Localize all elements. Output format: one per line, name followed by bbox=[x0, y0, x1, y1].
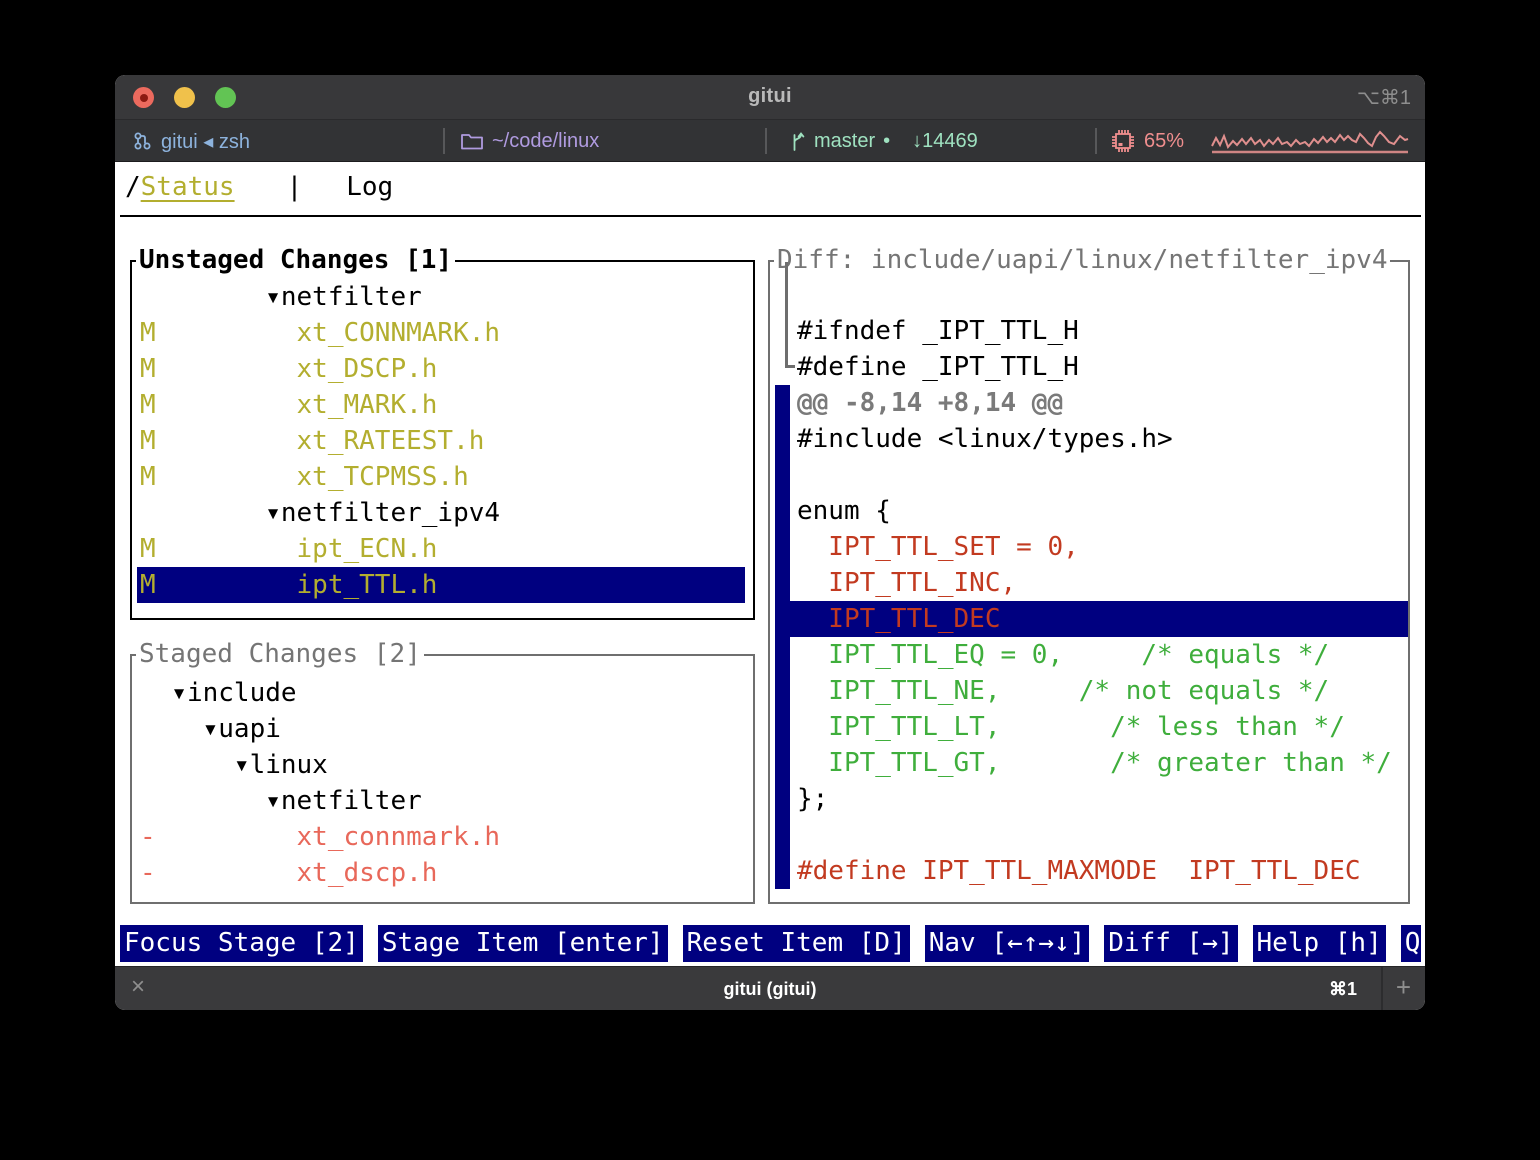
nav-button[interactable]: Nav [←↑→↓] bbox=[925, 925, 1090, 962]
tree-dir-row[interactable]: ▾netfilter bbox=[132, 279, 753, 315]
tree-dir-row[interactable]: ▾netfilter_ipv4 bbox=[132, 495, 753, 531]
commits-behind-count: ↓14469 bbox=[912, 130, 978, 153]
file-row[interactable]: M ipt_ECN.h bbox=[132, 531, 753, 567]
diff-line[interactable]: #include <linux/types.h> bbox=[770, 421, 1408, 457]
file-row[interactable]: M xt_RATEEST.h bbox=[132, 423, 753, 459]
diff-line[interactable]: #define _IPT_TTL_H bbox=[770, 349, 1408, 385]
tree-dir-row[interactable]: ▾linux bbox=[132, 747, 753, 783]
diff-panel-title: Diff: include/uapi/linux/netfilter_ipv4 bbox=[774, 242, 1390, 278]
cpu-chip-icon bbox=[1110, 128, 1136, 154]
unstaged-panel-title: Unstaged Changes [1] bbox=[136, 242, 455, 278]
gitui-app: /Status | Log Unstaged Changes [1] ▾netfil… bbox=[115, 162, 1425, 966]
reset-item-button[interactable]: Reset Item [D] bbox=[683, 925, 910, 962]
keybind-bar: Focus Stage [2] Stage Item [enter] Reset… bbox=[120, 925, 1421, 962]
terminal-window: gitui ⌥⌘1 gitui ◂ zsh ~/code/linux bbox=[115, 75, 1425, 1010]
tab-status[interactable]: Status bbox=[141, 172, 235, 202]
diff-line[interactable] bbox=[770, 457, 1408, 493]
diff-line-removed[interactable]: IPT_TTL_INC, bbox=[770, 565, 1408, 601]
tree-dir-row[interactable]: ▾uapi bbox=[132, 711, 753, 747]
file-row[interactable]: M xt_CONNMARK.h bbox=[132, 315, 753, 351]
diff-panel: Diff: include/uapi/linux/netfilter_ipv4 … bbox=[768, 260, 1410, 904]
folder-icon bbox=[460, 131, 484, 151]
window-shortcut-hint: ⌥⌘1 bbox=[1357, 85, 1411, 110]
cpu-segment: 65% bbox=[1110, 120, 1184, 162]
session-tree-icon bbox=[133, 130, 153, 152]
terminal-tab-bar: × gitui (gitui) ⌘1 + bbox=[115, 966, 1425, 1010]
file-row[interactable]: M xt_MARK.h bbox=[132, 387, 753, 423]
tab-separator-rule bbox=[120, 215, 1421, 217]
tab-bar: /Status | Log bbox=[125, 169, 393, 205]
session-label: gitui ◂ zsh bbox=[161, 129, 250, 154]
new-tab-icon[interactable]: + bbox=[1396, 972, 1411, 1003]
git-branch-icon bbox=[790, 129, 806, 153]
cpu-usage: 65% bbox=[1144, 130, 1184, 153]
diff-line[interactable]: enum { bbox=[770, 493, 1408, 529]
diff-hunk-header[interactable]: @@ -8,14 +8,14 @@ bbox=[770, 385, 1408, 421]
statusbar-divider bbox=[1095, 128, 1097, 154]
path-segment: ~/code/linux bbox=[460, 120, 599, 162]
tab-prefix: / bbox=[125, 172, 141, 202]
diff-line-added[interactable]: IPT_TTL_EQ = 0, /* equals */ bbox=[770, 637, 1408, 673]
statusbar-divider bbox=[443, 128, 445, 154]
staged-panel-title: Staged Changes [2] bbox=[136, 636, 424, 672]
tab-shortcut-hint: ⌘1 bbox=[1329, 979, 1357, 1000]
focus-stage-button[interactable]: Focus Stage [2] bbox=[120, 925, 363, 962]
diff-line-added[interactable]: IPT_TTL_NE, /* not equals */ bbox=[770, 673, 1408, 709]
stage-item-button[interactable]: Stage Item [enter] bbox=[378, 925, 668, 962]
git-segment: master • ↓14469 bbox=[790, 120, 978, 162]
diff-line[interactable]: }; bbox=[770, 781, 1408, 817]
title-bar: gitui ⌥⌘1 bbox=[115, 75, 1425, 120]
session-segment: gitui ◂ zsh bbox=[133, 120, 250, 162]
quit-button-truncated[interactable]: Qu bbox=[1401, 925, 1421, 962]
diff-line[interactable]: #ifndef _IPT_TTL_H bbox=[770, 313, 1408, 349]
unstaged-changes-panel: Unstaged Changes [1] ▾netfilter M xt_CON… bbox=[130, 260, 755, 620]
diff-line-added[interactable]: IPT_TTL_GT, /* greater than */ bbox=[770, 745, 1408, 781]
diff-line-added[interactable]: IPT_TTL_LT, /* less than */ bbox=[770, 709, 1408, 745]
file-row-selected[interactable]: M ipt_TTL.h bbox=[137, 567, 745, 603]
tab-log[interactable]: Log bbox=[346, 172, 393, 202]
branch-name: master bbox=[814, 130, 875, 153]
diff-line-removed[interactable]: IPT_TTL_SET = 0, bbox=[770, 529, 1408, 565]
tree-dir-row[interactable]: ▾include bbox=[132, 675, 753, 711]
diff-line-selected[interactable]: IPT_TTL_DEC bbox=[775, 601, 1408, 637]
status-bar: gitui ◂ zsh ~/code/linux master • ↓14469 bbox=[115, 120, 1425, 162]
window-title: gitui bbox=[115, 85, 1425, 108]
diff-line[interactable] bbox=[770, 277, 1408, 313]
staged-changes-panel: Staged Changes [2] ▾include ▾uapi ▾linux… bbox=[130, 654, 755, 904]
tree-dir-row[interactable]: ▾netfilter bbox=[132, 783, 753, 819]
diff-line-removed[interactable]: #define IPT_TTL_MAXMODE IPT_TTL_DEC bbox=[770, 853, 1408, 889]
terminal-tab-title[interactable]: gitui (gitui) bbox=[115, 979, 1425, 1000]
branch-dirty-dot: • bbox=[883, 130, 890, 153]
cwd-path: ~/code/linux bbox=[492, 130, 599, 153]
help-button[interactable]: Help [h] bbox=[1253, 925, 1386, 962]
diff-line[interactable] bbox=[770, 817, 1408, 853]
tab-divider: | bbox=[287, 172, 303, 202]
diff-button[interactable]: Diff [→] bbox=[1104, 925, 1237, 962]
statusbar-divider bbox=[765, 128, 767, 154]
file-row[interactable]: - xt_dscp.h bbox=[132, 855, 753, 891]
file-row[interactable]: - xt_connmark.h bbox=[132, 819, 753, 855]
file-row[interactable]: M xt_DSCP.h bbox=[132, 351, 753, 387]
tab-bar-separator bbox=[1381, 967, 1383, 1010]
cpu-sparkline bbox=[1210, 128, 1410, 162]
file-row[interactable]: M xt_TCPMSS.h bbox=[132, 459, 753, 495]
